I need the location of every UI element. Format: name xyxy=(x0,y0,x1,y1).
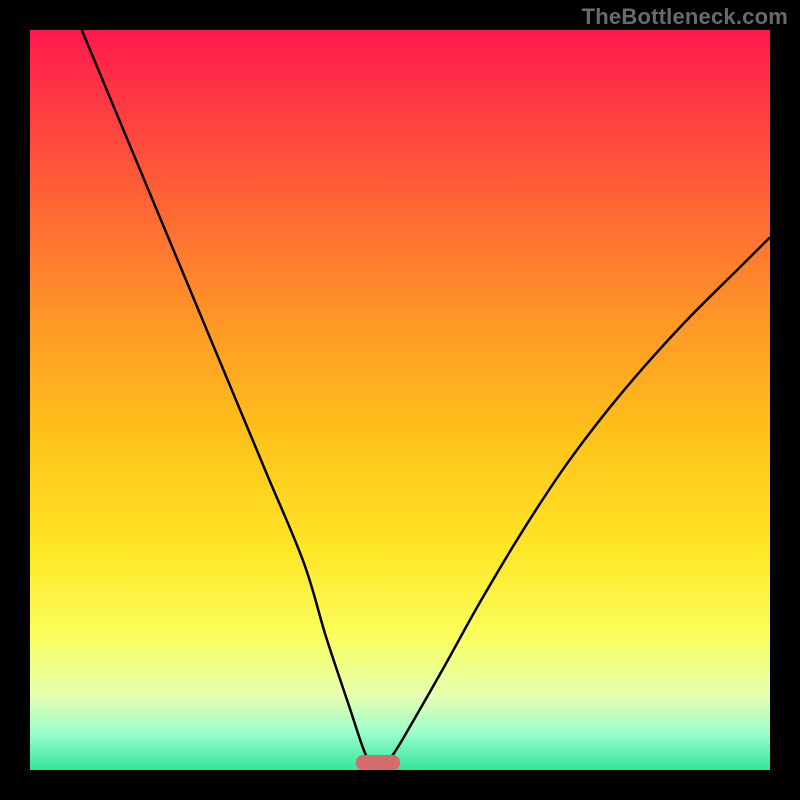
right-curve xyxy=(378,237,770,770)
left-curve xyxy=(82,30,378,770)
plot-area xyxy=(30,30,770,770)
chart-frame: TheBottleneck.com xyxy=(0,0,800,800)
bottleneck-marker xyxy=(356,755,400,770)
curve-layer xyxy=(30,30,770,770)
watermark-text: TheBottleneck.com xyxy=(582,4,788,30)
